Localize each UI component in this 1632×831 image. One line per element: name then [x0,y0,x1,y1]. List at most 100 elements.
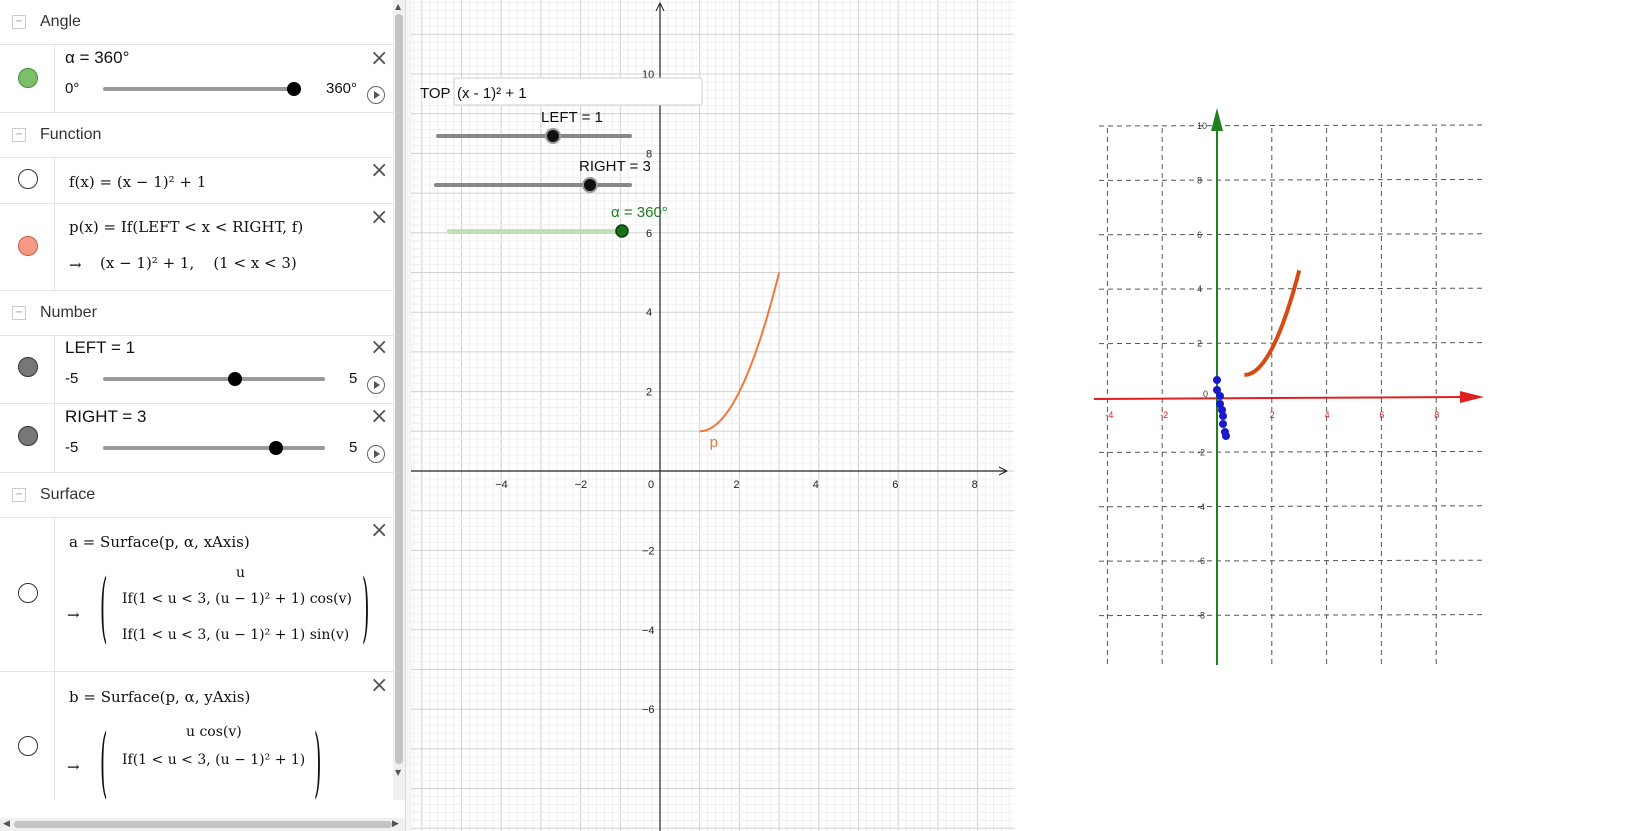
left-slider-knob[interactable] [545,128,561,144]
close-icon[interactable]: × [370,337,388,359]
slider-max: 5 [349,370,358,387]
play-icon[interactable] [367,445,385,463]
visibility-marble[interactable] [18,426,38,446]
algebra-item-left[interactable]: LEFT = 1 × -5 5 [0,335,393,404]
group-header-angle[interactable]: − Angle [0,0,393,45]
alpha-slider-label: α = 360° [611,204,668,221]
algebra-item-alpha[interactable]: α = 360° × 0° 360° [0,44,393,113]
slider-min: 0° [65,80,80,97]
algebra-item-p[interactable]: p(x) = If(LEFT < x < RIGHT, f) → (x − 1)… [0,204,393,291]
left-slider-track[interactable] [103,377,325,381]
graphics-2d-view[interactable]: −4 −2 0 2 4 6 8108642−2−4−6 p TOP (x - 1)² + 1… [411,0,1014,831]
algebra-item-right[interactable]: RIGHT = 3 × -5 5 [0,404,393,473]
x-tick-label: −4 [495,479,508,491]
x-axis-arrow [1460,391,1484,403]
surface-point [1213,376,1221,384]
scroll-up-icon[interactable]: ▲ [395,2,401,11]
y-tick-label: 2 [1197,339,1202,349]
surface-points[interactable] [1213,376,1230,440]
close-icon[interactable]: × [370,675,388,697]
algebra-item-a[interactable]: a = Surface(p, α, xAxis) × → ( u If(1 < … [0,517,393,672]
collapse-toggle[interactable]: − [12,306,26,320]
surface-curve[interactable] [1244,269,1302,377]
right-slider-track[interactable] [434,183,632,187]
y-tick-label: 4 [646,307,652,319]
right-slider-knob[interactable] [582,177,598,193]
scroll-left-icon[interactable]: ◀ [3,819,10,829]
algebra-item-b[interactable]: b = Surface(p, α, yAxis) × → ( u cos(v) … [0,672,393,800]
group-label: Angle [40,13,81,30]
grid [411,0,1014,831]
grid-line [1098,614,1485,617]
marble-column [0,672,55,800]
marble-column [0,335,55,403]
marble-column [0,157,55,203]
algebra-item-f[interactable]: f(x) = (x − 1)² + 1 × [0,157,393,204]
a-definition: a = Surface(p, α, xAxis) [69,533,250,551]
x-tick-label: 4 [813,479,819,491]
y-axis-arrow [1211,108,1223,131]
close-icon[interactable]: × [370,207,388,229]
alpha-slider-knob[interactable] [287,82,301,96]
close-icon[interactable]: × [370,48,388,70]
visibility-marble[interactable] [18,583,38,603]
grid-line [1098,342,1485,345]
algebra-vertical-scrollbar[interactable]: ▲ ▼ [393,0,405,800]
visibility-marble[interactable] [18,357,38,377]
slider-max: 360° [326,80,358,97]
a-row-3: If(1 < u < 3, (u − 1)² + 1) sin(v) [122,627,350,643]
x-tick-label: 0 [648,479,654,491]
collapse-toggle[interactable]: − [12,128,26,142]
slider-min: -5 [65,439,79,456]
group-header-surface[interactable]: − Surface [0,473,393,518]
close-icon[interactable]: × [370,520,388,542]
left-slider-label: LEFT = 1 [541,109,603,126]
surface-point [1219,420,1227,428]
play-icon[interactable] [367,376,385,394]
right-slider-knob[interactable] [269,441,283,455]
scroll-right-icon[interactable]: ▶ [392,819,399,829]
visibility-marble[interactable] [18,736,38,756]
collapse-toggle[interactable]: − [12,488,26,502]
input-value: (x - 1)² + 1 [457,85,527,102]
grid-line [1098,559,1485,562]
close-icon[interactable]: × [370,160,388,182]
collapse-toggle[interactable]: − [12,15,26,29]
play-icon[interactable] [367,86,385,104]
y-tick-label: 8 [1197,175,1202,185]
alpha-slider-track[interactable] [103,87,295,91]
a-row-1: u [236,565,246,581]
graphics-3d-view[interactable]: -4 -2 0 2 4 6 8 10 8 6 4 2 -2 -4 -6 -8 [1014,0,1632,831]
x-tick-label: 0 [1203,389,1208,399]
a-row-2: If(1 < u < 3, (u − 1)² + 1) cos(v) [122,591,352,607]
x-tick-label: 2 [1270,410,1275,420]
scroll-thumb[interactable] [14,821,392,828]
y-tick-label: 6 [1197,230,1202,240]
close-icon[interactable]: × [370,406,388,428]
y-tick-label: −6 [642,704,655,716]
visibility-marble[interactable] [18,236,38,256]
grid-line [1098,505,1485,508]
algebra-horizontal-scrollbar[interactable]: ◀ ▶ [0,818,405,831]
visibility-marble[interactable] [18,68,38,88]
left-slider-knob[interactable] [228,372,242,386]
x-tick-label: 8 [972,479,978,491]
group-header-function[interactable]: − Function [0,113,393,158]
output-arrow: → [67,606,80,624]
right-slider-label: RIGHT = 3 [579,158,651,175]
p-definition: p(x) = If(LEFT < x < RIGHT, f) [69,218,304,236]
curve-label: p [710,434,718,451]
alpha-slider-track[interactable] [447,229,623,234]
alpha-slider-knob[interactable] [615,224,629,238]
scroll-thumb[interactable] [395,14,403,764]
group-header-number[interactable]: − Number [0,291,393,336]
left-slider-track[interactable] [436,134,632,138]
slider-max: 5 [349,439,358,456]
group-label: Function [40,126,102,143]
scroll-down-icon[interactable]: ▼ [395,768,401,777]
right-slider-track[interactable] [103,446,325,450]
surface-point [1219,412,1227,420]
marble-column [0,204,55,290]
y-tick-label: -2 [1197,447,1205,457]
visibility-marble[interactable] [18,169,38,189]
